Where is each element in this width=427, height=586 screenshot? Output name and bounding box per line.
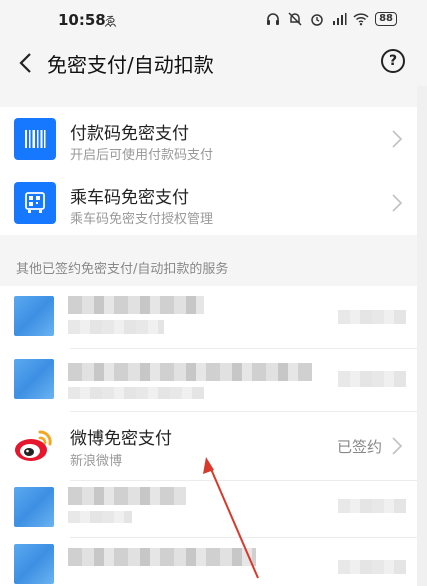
app-icon [14,544,54,584]
list-item-blurred[interactable] [0,481,417,537]
list-item-subtitle: 新浪微博 [70,454,123,469]
battery-icon: 88 [375,12,397,26]
barcode-icon [14,118,56,160]
redacted-text [68,548,256,566]
back-arrow-icon [19,53,31,73]
redacted-text [68,387,204,399]
redacted-text [68,511,132,523]
top-settings-card: 付款码免密支付 开启后可使用付款码支付 乘车码免密支付 乘车码免密支付授权管理 [0,107,417,235]
question-mark-icon: ? [388,53,398,69]
chevron-right-icon [392,194,403,212]
redacted-text [68,320,164,334]
list-item-bus-code[interactable]: 乘车码免密支付 乘车码免密支付授权管理 [0,171,417,235]
redacted-text [338,560,406,574]
chevron-right-icon [392,130,403,148]
status-time: 10:58 [58,11,106,29]
status-bar: 10:58 ゑ 88 [0,0,427,40]
help-button[interactable]: ? [381,49,405,73]
status-notification-icon: ゑ [104,15,118,30]
redacted-text [68,363,312,381]
page-title: 免密支付/自动扣款 [47,53,214,77]
redacted-text [338,371,406,387]
list-item-subtitle: 开启后可使用付款码支付 [70,148,214,163]
scroll-gutter [417,86,427,586]
list-item-blurred[interactable] [0,349,417,411]
chevron-right-icon [392,437,403,455]
weibo-icon [15,430,52,461]
bus-qr-icon [14,182,56,224]
section-header: 其他已签约免密支付/自动扣款的服务 [16,262,229,277]
status-icons: 88 [265,11,397,27]
list-item-weibo[interactable]: 微博免密支付 新浪微博 已签约 [0,412,417,480]
app-icon [14,487,54,527]
back-button[interactable] [10,46,40,80]
status-badge: 已签约 [336,438,382,456]
list-item-title: 微博免密支付 [70,429,172,449]
redacted-text [68,487,186,505]
redacted-text [338,499,406,513]
list-item-subtitle: 乘车码免密支付授权管理 [70,212,214,227]
signal-icon [333,13,347,25]
app-icon [14,359,54,399]
services-card: 微博免密支付 新浪微博 已签约 [0,286,417,586]
headphone-icon [267,13,280,25]
app-icon [14,296,54,336]
list-item-title: 乘车码免密支付 [70,188,189,208]
alarm-icon [311,14,323,26]
list-item-title: 付款码免密支付 [70,124,189,144]
redacted-text [68,296,204,314]
list-item-blurred[interactable] [0,538,417,586]
nav-bar: 免密支付/自动扣款 ? [0,40,427,86]
wifi-icon [353,13,369,26]
list-item-blurred[interactable] [0,286,417,348]
redacted-text [338,310,406,324]
mute-bell-icon [288,12,302,26]
list-item-payment-code[interactable]: 付款码免密支付 开启后可使用付款码支付 [0,107,417,171]
